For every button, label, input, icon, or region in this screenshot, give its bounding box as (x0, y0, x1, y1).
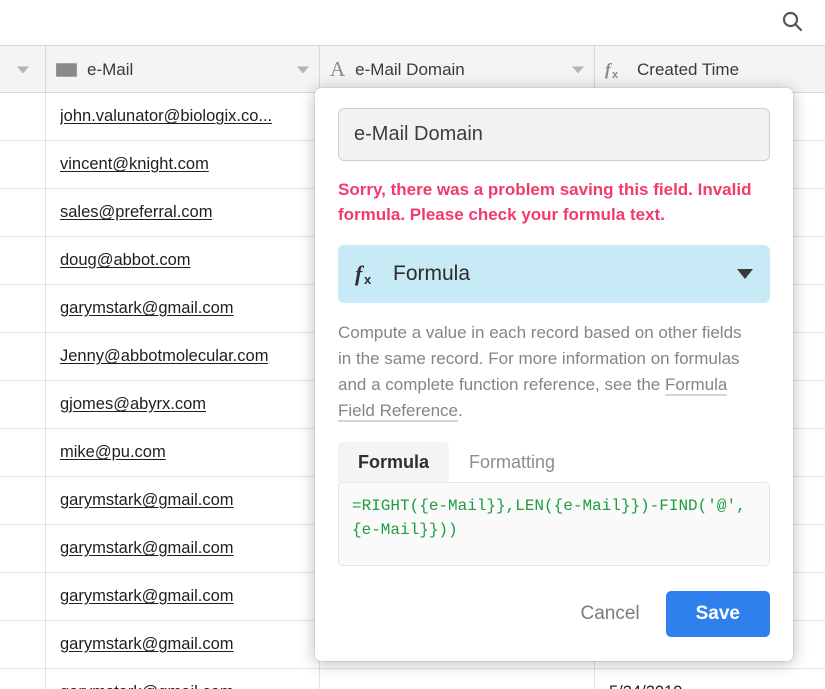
row-number-cell[interactable] (0, 93, 46, 140)
cell-created-time-value: 5/24/2019 (609, 683, 682, 689)
email-link[interactable]: garymstark@gmail.com (60, 587, 234, 606)
table-row[interactable]: garymstark@gmail.com 5/24/2019 (0, 669, 825, 689)
cell-email[interactable]: garymstark@gmail.com (46, 669, 320, 689)
row-number-cell[interactable] (0, 381, 46, 428)
chevron-down-icon[interactable] (737, 269, 753, 279)
email-link[interactable]: mike@pu.com (60, 443, 166, 462)
cell-created-time[interactable]: 5/24/2019 (595, 669, 825, 689)
email-link[interactable]: doug@abbot.com (60, 251, 191, 270)
envelope-icon (56, 62, 77, 78)
column-header-email-label: e-Mail (87, 59, 134, 79)
row-number-cell[interactable] (0, 141, 46, 188)
row-number-cell[interactable] (0, 237, 46, 284)
row-number-cell[interactable] (0, 189, 46, 236)
column-header-created-time[interactable]: f x Created Time (595, 46, 825, 93)
column-header-email-domain-label: e-Mail Domain (355, 59, 465, 79)
email-link[interactable]: garymstark@gmail.com (60, 539, 234, 558)
row-number-cell[interactable] (0, 429, 46, 476)
column-header-rownum[interactable] (0, 46, 46, 93)
row-number-cell[interactable] (0, 573, 46, 620)
cell-email[interactable]: Jenny@abbotmolecular.com (46, 333, 320, 380)
cell-email[interactable]: john.valunator@biologix.co... (46, 93, 320, 140)
cell-email-domain[interactable] (320, 669, 595, 689)
email-link[interactable]: gjomes@abyrx.com (60, 395, 206, 414)
row-number-cell[interactable] (0, 285, 46, 332)
email-link[interactable]: garymstark@gmail.com (60, 635, 234, 654)
fx-icon: f x (605, 60, 627, 80)
column-header-email-domain[interactable]: A e-Mail Domain (320, 46, 595, 93)
svg-text:x: x (364, 272, 372, 287)
chevron-down-icon[interactable] (572, 66, 584, 73)
dialog-tabs: Formula Formatting (338, 442, 770, 482)
topbar (0, 0, 825, 45)
field-editor-dialog: Sorry, there was a problem saving this f… (315, 88, 793, 661)
cancel-button[interactable]: Cancel (568, 593, 651, 635)
email-link[interactable]: garymstark@gmail.com (60, 491, 234, 510)
chevron-down-icon[interactable] (297, 66, 309, 73)
row-number-cell[interactable] (0, 621, 46, 668)
cell-email[interactable]: sales@preferral.com (46, 189, 320, 236)
formula-editor[interactable]: =RIGHT({e-Mail}},LEN({e-Mail}})-FIND('@'… (338, 482, 770, 566)
cell-email[interactable]: mike@pu.com (46, 429, 320, 476)
row-number-cell[interactable] (0, 333, 46, 380)
save-button[interactable]: Save (665, 591, 770, 637)
dialog-actions: Cancel Save (338, 591, 770, 637)
email-link[interactable]: vincent@knight.com (60, 155, 209, 174)
app-root: e-Mail A e-Mail Domain f x Created Time (0, 0, 825, 689)
column-header-email[interactable]: e-Mail (46, 46, 320, 93)
email-link[interactable]: garymstark@gmail.com (60, 683, 234, 689)
field-name-input[interactable] (338, 108, 770, 161)
cell-email[interactable]: garymstark@gmail.com (46, 285, 320, 332)
description-suffix: . (458, 401, 463, 420)
letter-a-icon: A (330, 57, 346, 81)
email-link[interactable]: john.valunator@biologix.co... (60, 107, 272, 126)
field-type-description: Compute a value in each record based on … (338, 320, 756, 424)
chevron-down-icon (16, 66, 29, 73)
svg-text:x: x (612, 69, 619, 80)
search-icon[interactable] (777, 6, 807, 36)
cell-email[interactable]: garymstark@gmail.com (46, 621, 320, 668)
email-link[interactable]: garymstark@gmail.com (60, 299, 234, 318)
cell-email[interactable]: vincent@knight.com (46, 141, 320, 188)
cell-email[interactable]: garymstark@gmail.com (46, 525, 320, 572)
cell-email[interactable]: garymstark@gmail.com (46, 477, 320, 524)
field-type-label: Formula (393, 262, 471, 285)
tab-formula[interactable]: Formula (338, 442, 450, 482)
cell-email[interactable]: doug@abbot.com (46, 237, 320, 284)
fx-icon: f x (354, 261, 380, 287)
error-message: Sorry, there was a problem saving this f… (338, 180, 752, 224)
tab-formatting[interactable]: Formatting (449, 442, 575, 482)
cell-email[interactable]: garymstark@gmail.com (46, 573, 320, 620)
cell-email[interactable]: gjomes@abyrx.com (46, 381, 320, 428)
row-number-cell[interactable] (0, 669, 46, 689)
email-link[interactable]: sales@preferral.com (60, 203, 212, 222)
field-type-select[interactable]: f x Formula (338, 245, 770, 303)
email-link[interactable]: Jenny@abbotmolecular.com (60, 347, 268, 366)
row-number-cell[interactable] (0, 525, 46, 572)
column-header-created-time-label: Created Time (637, 59, 740, 79)
grid-header-row: e-Mail A e-Mail Domain f x Created Time (0, 45, 825, 93)
row-number-cell[interactable] (0, 477, 46, 524)
